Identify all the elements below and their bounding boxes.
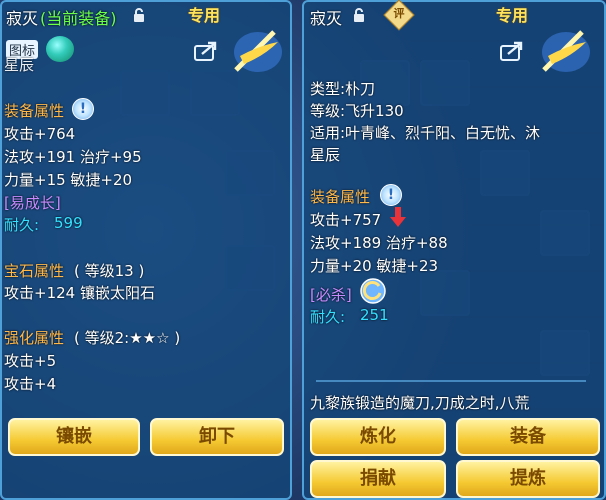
durability-value: 251 [360,306,389,324]
attr-header: 装备属性 [4,102,65,120]
item-name: 寂灭 [6,9,39,28]
sword-emblem-icon [542,30,590,72]
enh-line: 攻击+4 [4,375,57,393]
gem-header: 宝石属性 [4,262,65,280]
special-label: 专用 [188,6,221,25]
attr-line: 法攻+191 治疗+95 [4,148,142,166]
current-equipment-panel: 寂灭 (当前装备) 专用 图标 星辰 装备属性 ! 攻击+764 法攻+191 … [0,0,292,500]
attr-line: 攻击+757 [310,211,382,229]
lock-icon[interactable] [352,8,366,22]
item-description: 九黎族锻造的魔刀,刀成之时,八荒 [310,394,530,412]
durability-label: 耐久: [310,308,346,326]
rate-badge-label: 评 [393,7,405,20]
fit-line: 适用:叶青峰、烈千阳、白无忧、沐 [310,124,541,142]
enh-line: 攻击+5 [4,352,57,370]
down-arrow-icon [390,207,406,227]
hint-icon[interactable]: ! [72,98,94,120]
cut-text: 星辰 [4,56,35,74]
attr-header: 装备属性 [310,188,371,206]
kill-tag: [必杀] [310,286,352,304]
attr-line: 攻击+764 [4,125,76,143]
sword-emblem-icon [234,30,282,72]
enh-header: 强化属性 [4,329,65,347]
orb-icon [46,36,74,62]
share-icon[interactable] [500,40,526,62]
enh-level: ( 等级2:★★☆ ) [74,329,181,347]
level-line: 等级:飞升130 [310,102,404,120]
refine-button[interactable]: 炼化 [310,418,446,456]
durability-label: 耐久: [4,216,40,234]
inlay-button[interactable]: 镶嵌 [8,418,140,456]
growth-tag: [易成长] [4,194,61,212]
divider [316,380,586,382]
equip-button[interactable]: 装备 [456,418,600,456]
remove-button[interactable]: 卸下 [150,418,284,456]
attr-line: 法攻+189 治疗+88 [310,234,448,252]
attr-line: 力量+20 敏捷+23 [310,257,439,275]
gem-line: 攻击+124 镶嵌太阳石 [4,284,155,302]
compare-equipment-panel: 寂灭 评 专用 类型:朴刀 等级:飞升130 适用:叶青峰、烈千阳、白无忧、沐 … [302,0,606,500]
donate-button[interactable]: 捐献 [310,460,446,498]
hint-icon[interactable]: ! [380,184,402,206]
durability-value: 599 [54,214,83,232]
share-icon[interactable] [194,40,220,62]
type-line: 类型:朴刀 [310,80,376,98]
attr-line: 力量+15 敏捷+20 [4,171,133,189]
extract-button[interactable]: 提炼 [456,460,600,498]
kill-skill-icon[interactable] [360,278,386,304]
special-label: 专用 [496,6,529,25]
lock-icon[interactable] [132,8,146,22]
equipped-label: (当前装备) [40,9,117,28]
gem-level: ( 等级13 ) [74,262,145,280]
fit-line: 星辰 [310,146,341,164]
item-name: 寂灭 [310,9,343,28]
